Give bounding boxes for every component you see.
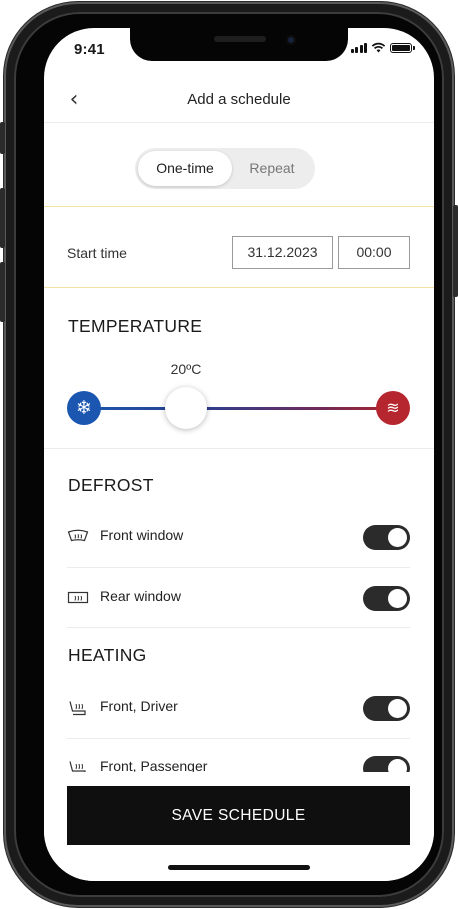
schedule-type-toggle: One-time Repeat: [135, 148, 315, 189]
rear-window-defrost-icon: [67, 591, 89, 604]
defrost-front-toggle[interactable]: [363, 525, 410, 550]
heating-section-title: HEATING: [68, 645, 147, 665]
time-field[interactable]: 00:00: [338, 236, 410, 269]
save-schedule-button[interactable]: SAVE SCHEDULE: [67, 786, 410, 845]
defrost-front-row: Front window: [44, 507, 434, 567]
start-time-row: Start time 31.12.2023 00:00: [44, 206, 434, 288]
temperature-section-title: TEMPERATURE: [68, 316, 203, 336]
defrost-section-title: DEFROST: [68, 475, 154, 495]
date-field[interactable]: 31.12.2023: [232, 236, 333, 269]
app-header: ‹ Add a schedule: [44, 83, 434, 123]
temperature-slider-thumb[interactable]: [165, 387, 207, 429]
volume-up-button: [0, 188, 5, 248]
row-divider: [67, 627, 410, 628]
bottom-action-bar: SAVE SCHEDULE: [44, 772, 434, 881]
heating-driver-row: Front, Driver: [44, 678, 434, 738]
battery-icon: [390, 42, 415, 53]
heat-icon: ≋: [376, 391, 410, 425]
heating-driver-label: Front, Driver: [100, 698, 178, 714]
power-button: [453, 205, 458, 297]
speaker-grille: [214, 36, 266, 42]
status-icons: [350, 42, 415, 53]
section-divider: [44, 448, 434, 449]
segment-one-time[interactable]: One-time: [138, 151, 232, 186]
volume-down-button: [0, 262, 5, 322]
home-indicator: [168, 865, 310, 870]
silent-switch: [0, 122, 5, 154]
heating-driver-toggle[interactable]: [363, 696, 410, 721]
defrost-front-label: Front window: [100, 527, 184, 543]
temperature-value: 20ºC: [170, 361, 202, 377]
defrost-rear-row: Rear window: [44, 568, 434, 628]
notch: [130, 28, 348, 61]
status-time: 9:41: [74, 41, 105, 58]
front-window-defrost-icon: [67, 529, 89, 542]
defrost-rear-toggle[interactable]: [363, 586, 410, 611]
seat-heating-icon: [69, 701, 86, 716]
start-time-label: Start time: [67, 245, 127, 261]
signal-icon: [350, 42, 367, 53]
wifi-icon: [371, 42, 386, 53]
snowflake-icon: ❄: [67, 391, 101, 425]
temperature-slider-track[interactable]: [82, 407, 392, 410]
segment-repeat[interactable]: Repeat: [232, 151, 312, 186]
app-screen: 9:41 ‹ Add a schedule One-time Repeat St…: [44, 28, 434, 881]
front-camera: [286, 35, 296, 45]
page-title: Add a schedule: [187, 91, 291, 108]
defrost-rear-label: Rear window: [100, 588, 181, 604]
